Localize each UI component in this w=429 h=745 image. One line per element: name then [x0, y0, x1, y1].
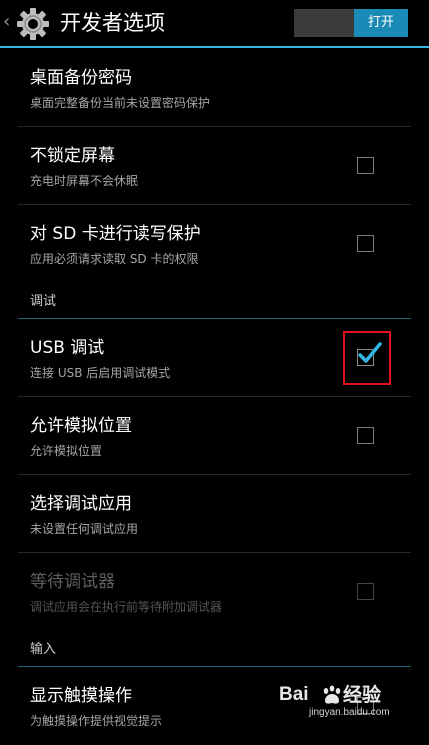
list-item-protect-sd-card[interactable]: 对 SD 卡进行读写保护 应用必须请求读取 SD 卡的权限 [0, 205, 429, 283]
checkmark-icon [358, 342, 382, 363]
list-item-summary: 应用必须请求读取 SD 卡的权限 [30, 252, 199, 266]
list-item-title: 显示触摸操作 [30, 686, 132, 706]
watermark: Bai 经验 jingyan.baidu.com [279, 683, 419, 723]
list-item-allow-mock-locations[interactable]: 允许模拟位置 允许模拟位置 [0, 397, 429, 475]
list-item-stay-awake[interactable]: 不锁定屏幕 充电时屏幕不会休眠 [0, 127, 429, 205]
list-item-title: 允许模拟位置 [30, 416, 132, 436]
section-header-debug: 调试 [0, 283, 429, 319]
list-item-title: 对 SD 卡进行读写保护 [30, 224, 201, 244]
list-item-summary: 充电时屏幕不会休眠 [30, 174, 139, 188]
watermark-logo-text-right: 经验 [343, 684, 382, 706]
section-label: 调试 [30, 294, 57, 309]
list-item-title: 桌面备份密码 [30, 68, 132, 88]
list-item-summary: 允许模拟位置 [30, 444, 103, 458]
list-item-title: USB 调试 [30, 338, 105, 358]
list-item-select-debug-app[interactable]: 选择调试应用 未设置任何调试应用 [0, 475, 429, 553]
allow-mock-locations-checkbox[interactable] [357, 427, 374, 444]
list-item-summary: 桌面完整备份当前未设置密码保护 [30, 96, 211, 110]
list-item-summary: 未设置任何调试应用 [30, 522, 139, 536]
list-item-summary: 连接 USB 后启用调试模式 [30, 366, 171, 380]
list-item-title: 不锁定屏幕 [30, 146, 115, 166]
list-item-title: 选择调试应用 [30, 494, 132, 514]
list-item-summary: 调试应用会在执行前等待附加调试器 [30, 600, 223, 614]
watermark-url: jingyan.baidu.com [309, 707, 390, 718]
list-item-title: 等待调试器 [30, 572, 115, 592]
section-header-input: 输入 [0, 631, 429, 667]
back-chevron-icon[interactable]: ‹ [3, 11, 10, 33]
list-item-summary: 为触摸操作提供视觉提示 [30, 714, 163, 728]
protect-sd-card-checkbox[interactable] [357, 235, 374, 252]
list-item-wait-for-debugger: 等待调试器 调试应用会在执行前等待附加调试器 [0, 553, 429, 631]
usb-debugging-checkbox[interactable] [357, 342, 382, 366]
settings-list: 桌面备份密码 桌面完整备份当前未设置密码保护 不锁定屏幕 充电时屏幕不会休眠 对… [0, 49, 429, 745]
list-item-desktop-backup-password[interactable]: 桌面备份密码 桌面完整备份当前未设置密码保护 [0, 49, 429, 127]
watermark-logo-text: Bai [279, 684, 309, 705]
list-item-usb-debugging[interactable]: USB 调试 连接 USB 后启用调试模式 [0, 319, 429, 397]
developer-options-switch[interactable]: 打开 [294, 9, 408, 37]
switch-on-label: 打开 [354, 9, 408, 37]
action-bar: ‹ 开发者选项 打开 [0, 0, 429, 48]
stay-awake-checkbox[interactable] [357, 157, 374, 174]
page-title: 开发者选项 [60, 11, 165, 35]
wait-for-debugger-checkbox [357, 583, 374, 600]
section-label: 输入 [30, 642, 57, 657]
paw-icon [323, 685, 341, 704]
gear-icon[interactable] [15, 6, 51, 42]
